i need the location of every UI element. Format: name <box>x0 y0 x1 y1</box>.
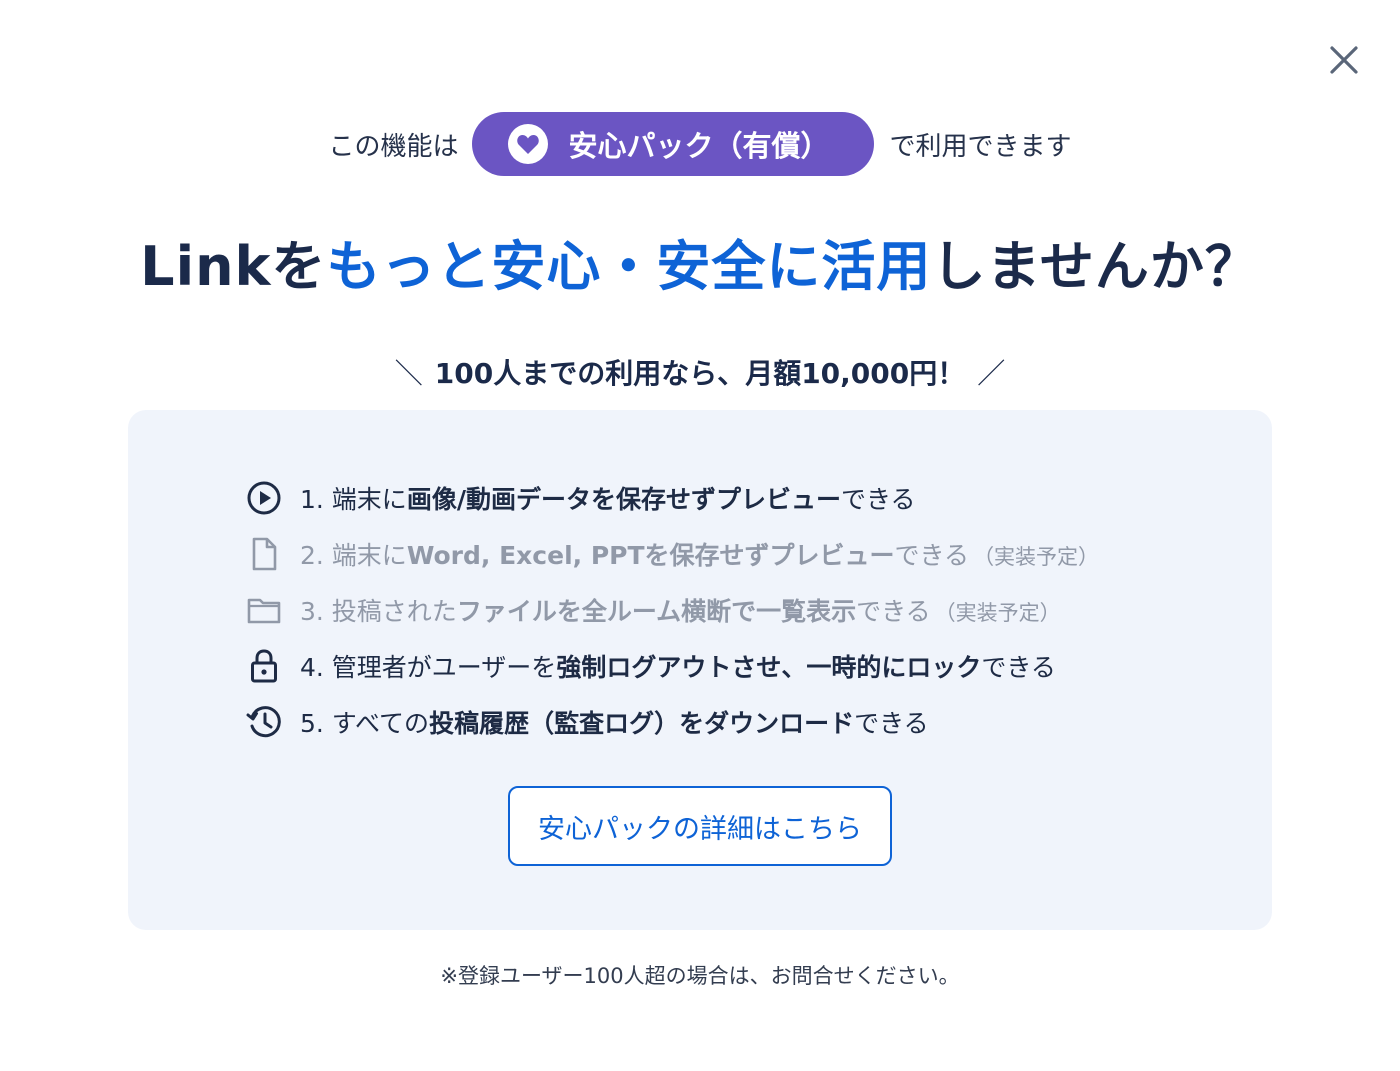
feature-item: 3. 投稿されたファイルを全ルーム横断で一覧表示できる （実装予定） <box>244 582 1244 638</box>
feature-text-segment: できる <box>981 653 1056 682</box>
feature-text-emphasis: Word, Excel, PPTを保存せずプレビュー <box>406 541 895 570</box>
close-button[interactable] <box>1322 38 1366 82</box>
play-circle-icon <box>244 478 284 518</box>
safety-pack-details-button[interactable]: 安心パックの詳細はこちら <box>508 786 892 866</box>
feature-text-segment: できる <box>894 541 970 570</box>
feature-note: （実装予定） <box>934 601 1061 625</box>
feature-text-segment: できる <box>840 485 916 514</box>
feature-text: 1. 端末に画像/動画データを保存せずプレビューできる <box>300 480 915 516</box>
price-right-slash: ／ <box>977 357 1006 390</box>
folder-icon <box>244 590 284 630</box>
close-icon <box>1330 46 1358 74</box>
history-icon <box>244 702 284 742</box>
plan-badge-label: 安心パック（有償） <box>568 129 830 163</box>
feature-text-segment: 4. 管理者がユーザーを <box>300 653 557 682</box>
availability-prefix: この機能は <box>328 131 459 162</box>
feature-text: 2. 端末にWord, Excel, PPTを保存せずプレビューできる （実装予定… <box>300 536 1099 572</box>
feature-text: 5. すべての投稿履歴（監査ログ）をダウンロードできる <box>300 704 929 740</box>
feature-text-segment: できる <box>854 709 929 738</box>
price-callout: ＼ 100人までの利用なら、月額10,000円！ ／ <box>0 352 1400 392</box>
heart-icon <box>508 124 549 164</box>
feature-text: 4. 管理者がユーザーを強制ログアウトさせ、一時的にロックできる <box>300 648 1056 684</box>
feature-text-segment: 2. 端末に <box>300 541 407 570</box>
feature-text-emphasis: 強制ログアウトさせ、一時的にロック <box>556 653 982 682</box>
feature-item: 5. すべての投稿履歴（監査ログ）をダウンロードできる <box>244 694 1244 750</box>
feature-text-segment: 1. 端末に <box>300 485 407 514</box>
price-text: 100人までの利用なら、月額10,000円！ <box>434 357 966 390</box>
footnote: ※登録ユーザー100人超の場合は、お問合せください。 <box>440 964 960 988</box>
feature-text-segment: できる <box>856 597 931 626</box>
feature-item: 1. 端末に画像/動画データを保存せずプレビューできる <box>244 470 1244 526</box>
plan-badge: 安心パック（有償） <box>472 112 874 176</box>
lock-icon <box>244 646 284 686</box>
headline-highlight: もっと安心・安全に活用 <box>326 235 932 298</box>
safety-pack-modal: この機能は 安心パック（有償） で利用できます Linkをもっと安心・安全に活用… <box>0 0 1400 1071</box>
feature-note: （実装予定） <box>973 545 1100 569</box>
feature-item: 4. 管理者がユーザーを強制ログアウトさせ、一時的にロックできる <box>244 638 1244 694</box>
feature-text: 3. 投稿されたファイルを全ルーム横断で一覧表示できる （実装予定） <box>300 592 1061 628</box>
availability-row: この機能は 安心パック（有償） で利用できます <box>0 112 1400 176</box>
document-icon <box>244 534 284 574</box>
price-left-slash: ＼ <box>394 357 423 390</box>
headline: Linkをもっと安心・安全に活用しませんか？ <box>0 222 1400 301</box>
feature-text-emphasis: 画像/動画データを保存せずプレビュー <box>406 485 841 514</box>
feature-list: 1. 端末に画像/動画データを保存せずプレビューできる 2. 端末にWord, … <box>244 470 1244 750</box>
feature-text-segment: 5. すべての <box>300 709 430 738</box>
headline-part1: Linkを <box>140 235 327 298</box>
availability-suffix: で利用できます <box>889 131 1072 162</box>
feature-text-emphasis: ファイルを全ルーム横断で一覧表示 <box>456 597 857 626</box>
headline-part2: しませんか？ <box>931 235 1260 298</box>
feature-item: 2. 端末にWord, Excel, PPTを保存せずプレビューできる （実装予定… <box>244 526 1244 582</box>
feature-text-segment: 3. 投稿された <box>300 597 457 626</box>
feature-text-emphasis: 投稿履歴（監査ログ）をダウンロード <box>429 709 855 738</box>
